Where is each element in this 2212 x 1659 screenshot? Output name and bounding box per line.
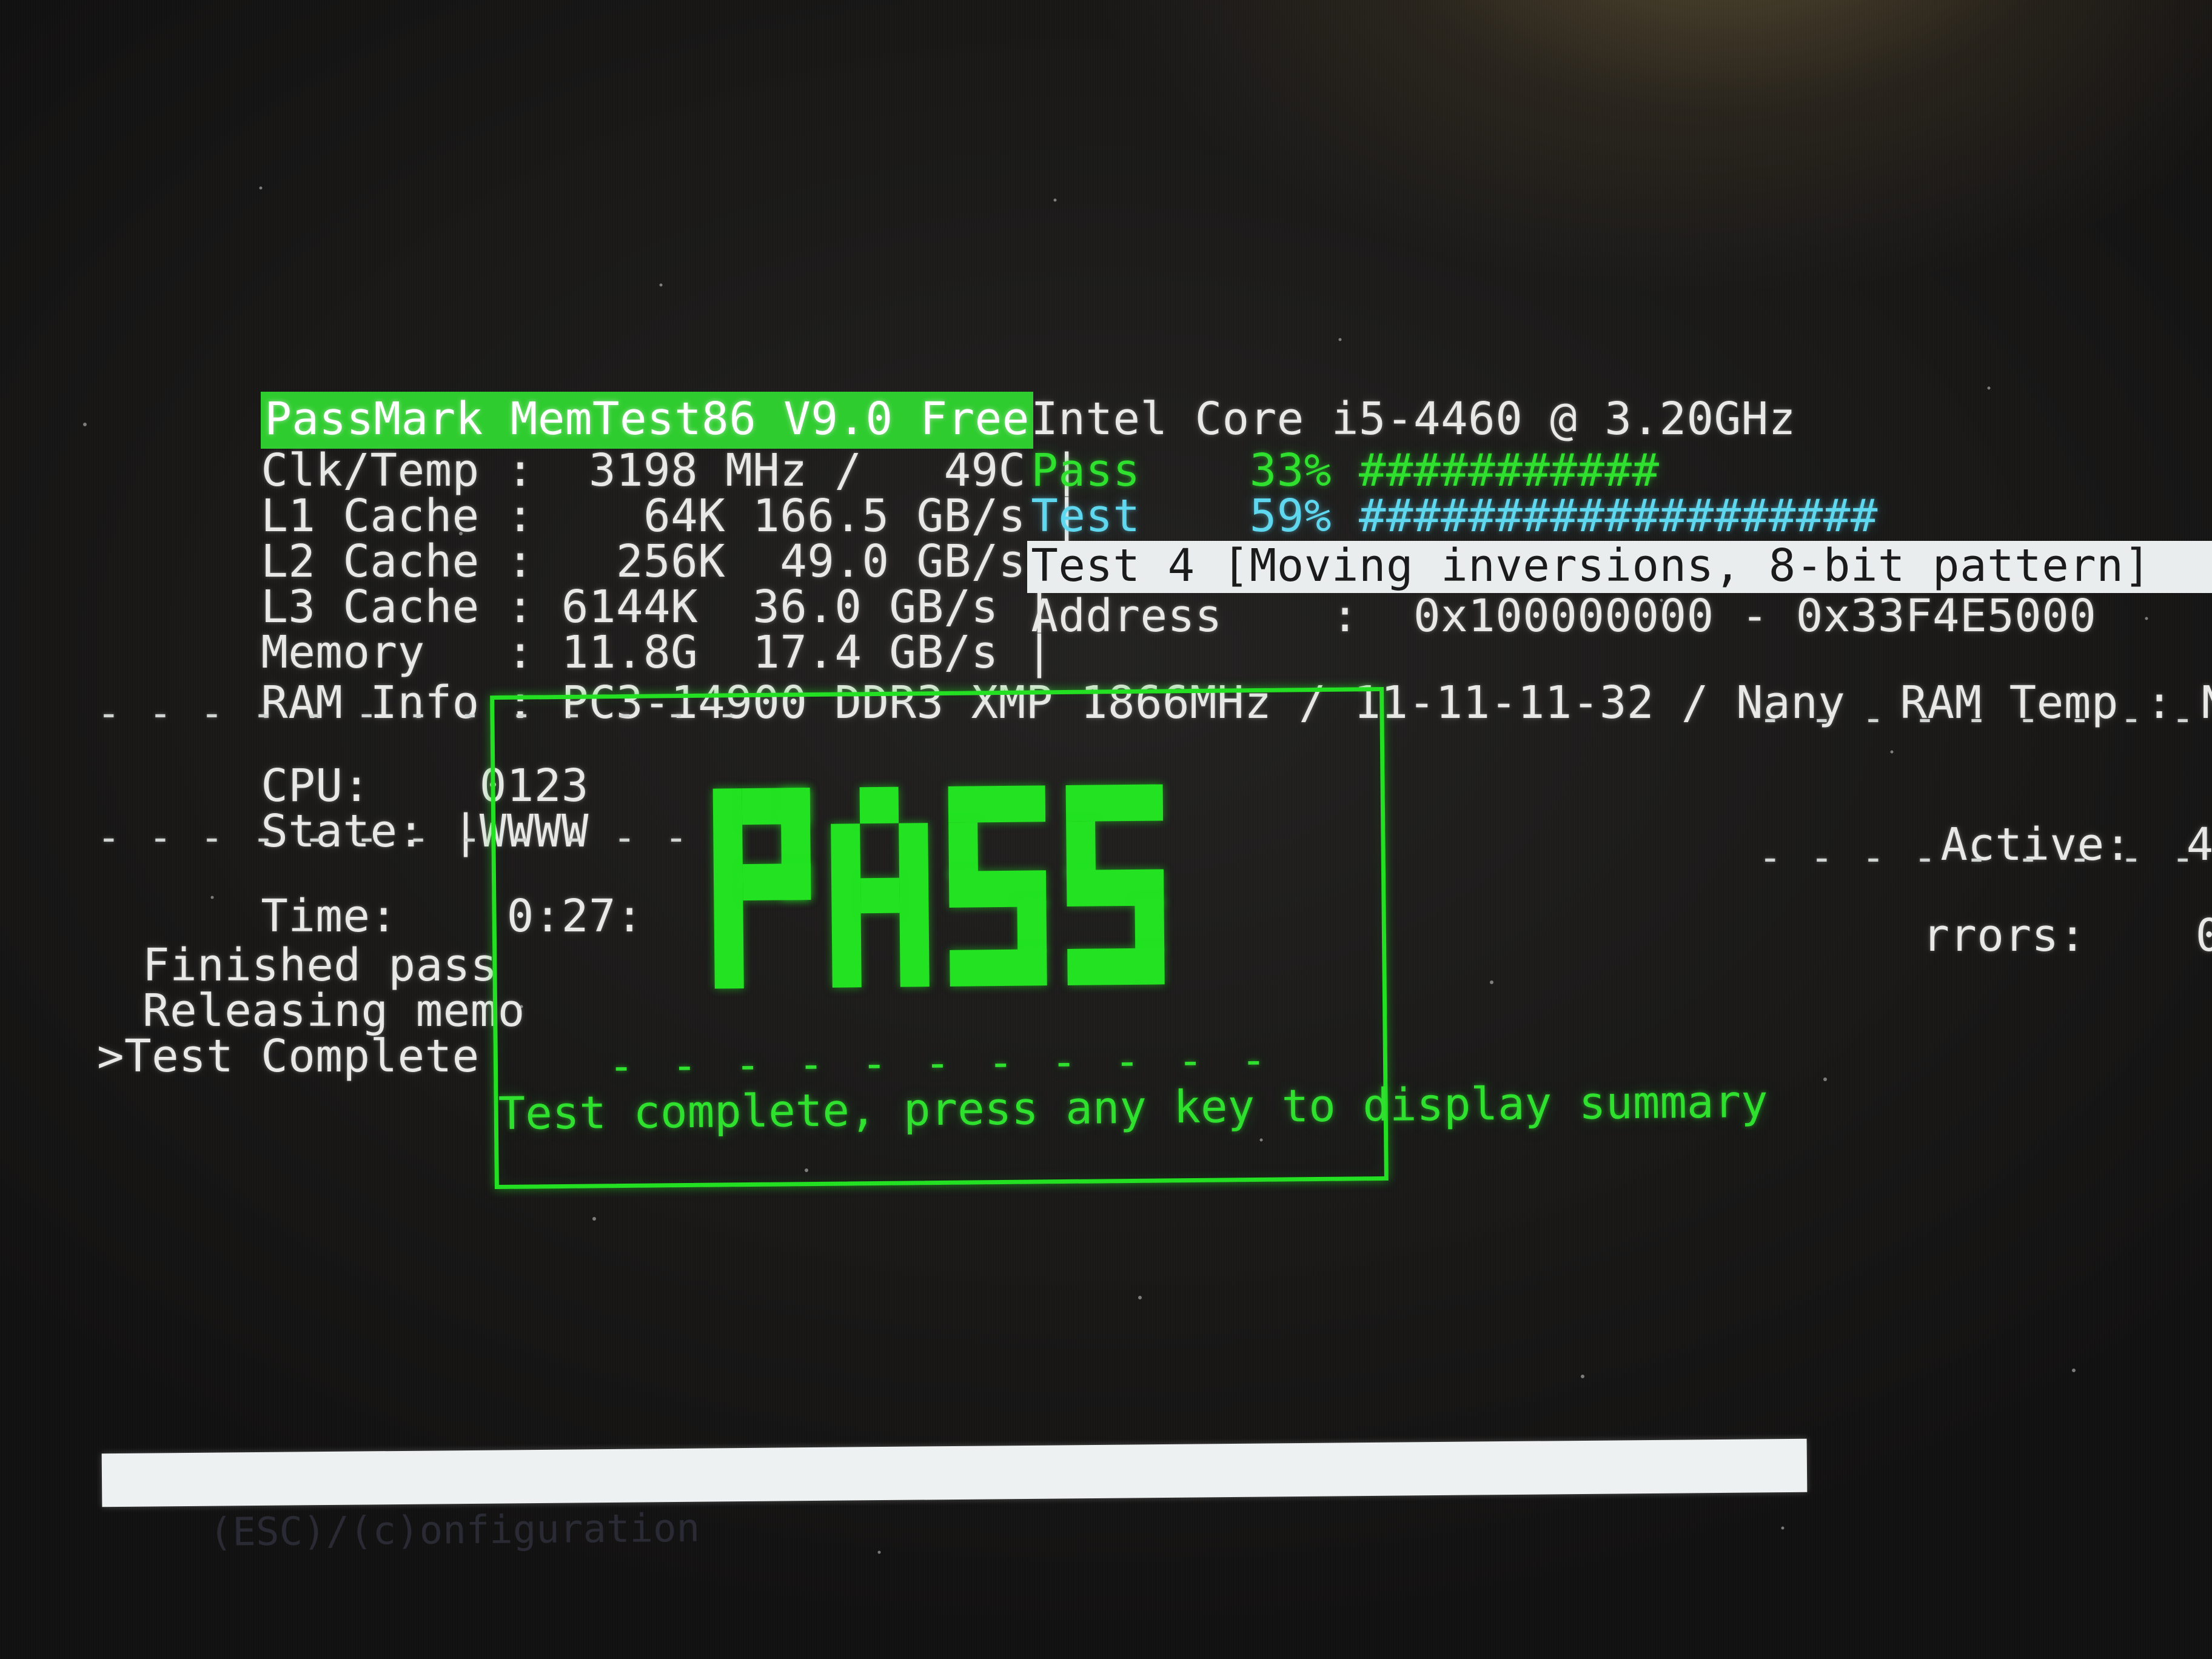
pass-result-box: - - - - - - - - - - - Test complete, pre… (490, 686, 1769, 1190)
configuration-hint-text: (ESC)/(c)onfiguration (209, 1506, 700, 1555)
pass-letter-p (712, 788, 812, 989)
memtest86-screen: PassMark MemTest86 V9.0 Free Clk/Temp : … (0, 0, 2212, 1659)
pass-letter-s-2 (1065, 784, 1165, 985)
pass-letter-a (831, 786, 930, 988)
log-line: Releasing memo (115, 985, 525, 1037)
pass-word-banner (495, 782, 1382, 991)
address-label: Address : (1031, 590, 1359, 642)
pass-box-message: Test complete, press any key to display … (498, 1075, 1769, 1140)
address-value: 0x100000000 - 0x33F4E5000 (1413, 590, 2097, 642)
log-line: >Test Complete (97, 1030, 480, 1082)
elapsed-time-label: Time: (261, 890, 398, 942)
pass-letter-s-1 (948, 785, 1047, 987)
log-line: Finished pass (115, 939, 498, 991)
errors-value: 0 (2195, 910, 2212, 962)
errors-label: rrors: (1922, 910, 2086, 962)
right-divider-top: - - - - - - - - - - - - - (1758, 696, 2197, 741)
